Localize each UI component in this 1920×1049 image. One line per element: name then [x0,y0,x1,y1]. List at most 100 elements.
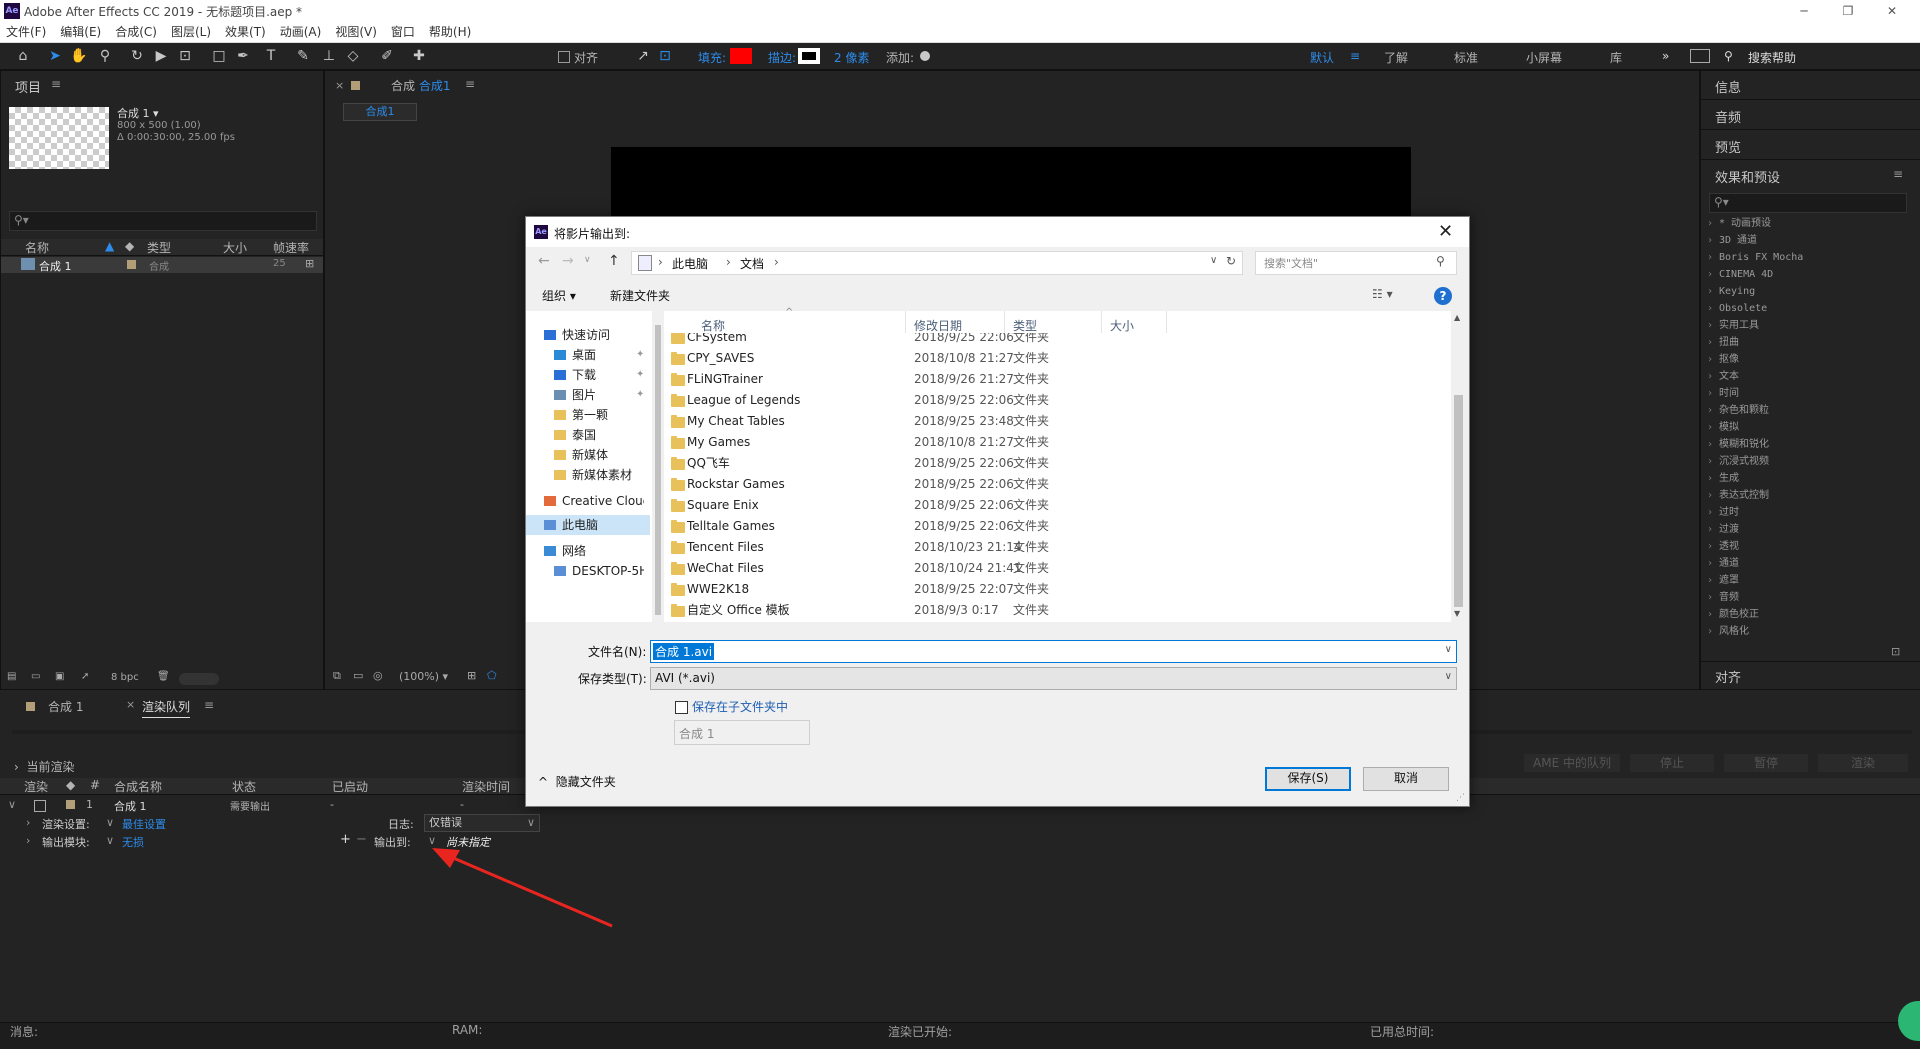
effect-category[interactable]: 时间 [1707,385,1909,402]
workspace-learn[interactable]: 了解 [1384,49,1408,66]
nav-item[interactable]: 下载 ✦ [526,365,650,385]
workspace-standard[interactable]: 标准 [1454,49,1478,66]
effect-category[interactable]: 过渡 [1707,521,1909,538]
col-number[interactable]: # [90,778,100,792]
align-checkbox[interactable] [558,51,570,63]
file-row[interactable]: Square Enix 2018/9/25 22:06 文件夹 [665,495,1451,516]
stroke-swatch[interactable] [798,48,820,64]
effect-category[interactable]: 杂色和颗粒 [1707,402,1909,419]
file-row[interactable]: FLiNGTrainer 2018/9/26 21:27 文件夹 [665,369,1451,390]
expand-icon[interactable]: ∨ [8,798,16,811]
file-row[interactable]: Telltale Games 2018/9/25 22:06 文件夹 [665,516,1451,537]
effect-category[interactable]: Keying [1707,283,1909,300]
back-icon[interactable]: ← [538,253,550,269]
nav-item[interactable]: 新媒体 [526,445,650,465]
effects-menu-icon[interactable]: ≡ [1893,167,1903,181]
project-row[interactable]: 合成 1 合成 25 ⊞ [1,257,323,273]
effect-category[interactable]: 过时 [1707,504,1909,521]
comp-sub-tab[interactable]: 合成1 [343,103,417,121]
effect-category[interactable]: 透视 [1707,538,1909,555]
render-settings-value[interactable]: 最佳设置 [122,816,166,832]
project-search-input[interactable]: ⚲▾ [9,211,317,231]
restore-icon[interactable]: ❐ [1826,2,1870,20]
snap-options-icon[interactable]: ⊡ [656,47,674,65]
dialog-search-input[interactable]: 搜索"文档" ⚲ [1255,251,1457,275]
workspace-menu-icon[interactable]: ≡ [1350,49,1360,63]
align-panel-tab[interactable]: 对齐 [1715,667,1741,686]
view-options-icon[interactable]: ☷ ▾ [1372,287,1393,301]
interpret-footage-icon[interactable]: ▤ [7,671,16,682]
workspace-library[interactable]: 库 [1610,49,1622,66]
subfolder-checkbox[interactable] [675,701,688,714]
menu-item-4[interactable]: 效果(T) [225,22,266,42]
menu-item-3[interactable]: 图层(L) [171,22,211,42]
pin-icon[interactable]: ✦ [636,385,644,405]
home-icon[interactable]: ⌂ [14,47,32,65]
new-folder-icon[interactable]: ▭ [31,671,40,682]
safe-margins-icon[interactable]: ⊞ [467,669,476,682]
col-status[interactable]: 状态 [232,778,256,795]
hand-tool-icon[interactable]: ✋ [70,47,88,65]
file-row[interactable]: QQ飞车 2018/9/25 22:06 文件夹 [665,453,1451,474]
file-row[interactable]: Tencent Files 2018/10/23 21:14 文件夹 [665,537,1451,558]
rectangle-tool-icon[interactable]: □ [210,47,228,65]
flowchart-footer-icon[interactable]: ➚ [81,671,89,682]
label-color-swatch[interactable] [127,260,136,269]
file-row[interactable]: CPY_SAVES 2018/10/8 21:27 文件夹 [665,348,1451,369]
nav-scrollbar[interactable] [652,311,664,622]
filetype-select[interactable]: AVI (*.avi) ∨ [650,667,1457,690]
always-preview-icon[interactable]: ⧉ [333,669,341,683]
subfolder-label[interactable]: 保存在子文件夹中 [692,698,788,715]
thumbnail-slider[interactable] [179,673,219,685]
clone-stamp-tool-icon[interactable]: ⊥ [320,47,338,65]
up-icon[interactable]: ↑ [608,253,620,269]
row-label-swatch[interactable] [66,800,75,809]
file-row[interactable]: 自定义 Office 模板 2018/9/3 0:17 文件夹 [665,600,1451,621]
effect-category[interactable]: 生成 [1707,470,1909,487]
pin-icon[interactable]: ✦ [636,365,644,385]
col-modified[interactable]: 修改日期 [914,317,962,334]
roto-brush-tool-icon[interactable]: ✐ [378,47,396,65]
cancel-button[interactable]: 取消 [1363,767,1449,791]
camera-tool-icon[interactable]: ▶ [152,47,170,65]
log-select[interactable]: 仅错误 ∨ [424,814,540,832]
comp-info-name[interactable]: 合成 1 ▾ [117,105,159,121]
effects-search-input[interactable]: ⚲▾ [1709,193,1907,213]
effect-category[interactable]: Obsolete [1707,300,1909,317]
col-file-name[interactable]: 名称 [701,317,725,334]
effect-category[interactable]: 文本 [1707,368,1909,385]
nav-item[interactable]: 第一颗 [526,405,650,425]
file-row[interactable]: CFSystem 2018/9/25 22:06 文件夹 [665,333,1451,348]
nav-item[interactable]: 新媒体素材 [526,465,650,485]
label-icon[interactable]: ◆ [66,778,75,792]
selection-tool-icon[interactable]: ➤ [46,47,64,65]
nav-item[interactable]: 图片 ✦ [526,385,650,405]
menu-item-8[interactable]: 帮助(H) [429,22,471,42]
comp-tab[interactable]: 合成 合成1 [391,77,450,94]
search-help-icon[interactable]: ⚲ [1724,49,1733,63]
file-row[interactable]: Rockstar Games 2018/9/25 22:06 文件夹 [665,474,1451,495]
render-checkbox[interactable] [34,800,46,812]
file-row[interactable]: My Cheat Tables 2018/9/25 23:48 文件夹 [665,411,1451,432]
col-size[interactable]: 大小 [223,239,247,256]
nav-item[interactable]: 网络 [526,541,650,561]
fill-swatch[interactable] [730,48,752,64]
rotate-tool-icon[interactable]: ↻ [128,47,146,65]
address-bar[interactable]: › 此电脑 › 文档 › ∨ ↻ [631,251,1243,275]
pan-behind-tool-icon[interactable]: ⊡ [176,47,194,65]
render-button[interactable]: 渲染 [1818,754,1908,772]
workspace-default[interactable]: 默认 [1310,49,1334,66]
file-row[interactable]: League of Legends 2018/9/25 22:06 文件夹 [665,390,1451,411]
effect-category[interactable]: 实用工具 [1707,317,1909,334]
organize-button[interactable]: 组织 ▾ [542,287,576,304]
menu-item-5[interactable]: 动画(A) [280,22,322,42]
label-icon[interactable]: ◆ [125,239,134,253]
new-comp-icon[interactable]: ▣ [55,671,64,682]
ame-queue-button[interactable]: AME 中的队列 [1524,754,1620,772]
col-comp-name[interactable]: 合成名称 [114,778,162,795]
col-size[interactable]: 大小 [1110,317,1134,334]
effect-category[interactable]: 颜色校正 [1707,606,1909,623]
timeline-tab[interactable]: 合成 1 [48,698,83,715]
col-name[interactable]: 名称 [25,239,49,256]
col-started[interactable]: 已启动 [332,778,368,795]
